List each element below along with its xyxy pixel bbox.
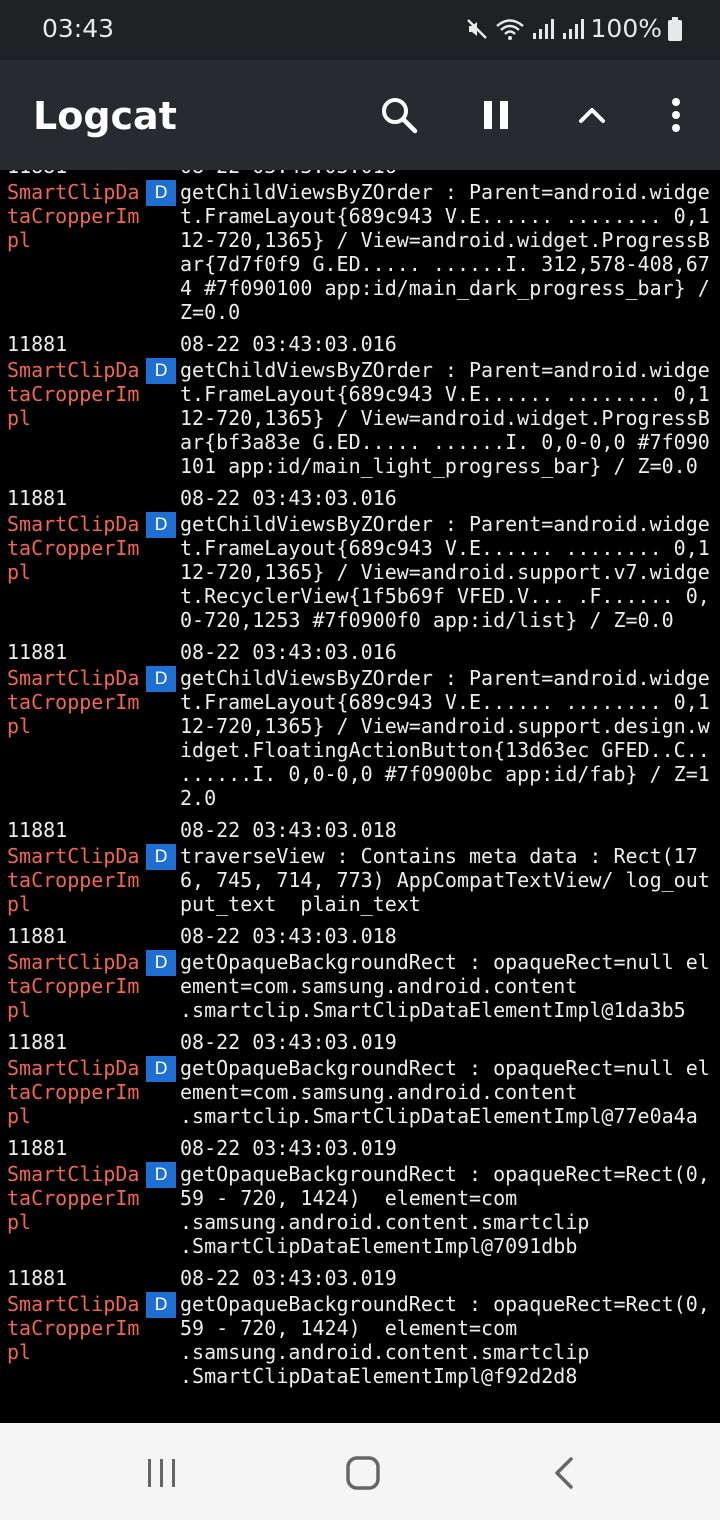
log-level-badge: D bbox=[146, 1162, 176, 1188]
log-message: getChildViewsByZOrder : Parent=android.w… bbox=[180, 180, 710, 324]
log-level-badge: D bbox=[146, 666, 176, 692]
log-entry-body: SmartClipDataCropperImpl DgetOpaqueBackgr… bbox=[0, 1292, 720, 1394]
log-entry[interactable]: 11881 08-22 03:43:03.019 SmartClipDataCrop… bbox=[0, 1134, 720, 1264]
status-time: 03:43 bbox=[42, 14, 115, 43]
log-entry[interactable]: 11881 08-22 03:43:03.019 SmartClipDataCrop… bbox=[0, 1028, 720, 1134]
log-tag: SmartClipDataCropperImpl bbox=[7, 1292, 140, 1364]
log-timestamp: 08-22 03:43:03.019 bbox=[180, 1266, 397, 1290]
more-vert-icon[interactable] bbox=[654, 93, 698, 137]
home-icon[interactable] bbox=[341, 1451, 385, 1495]
log-pid: 11881 bbox=[7, 924, 68, 948]
battery-icon bbox=[668, 16, 682, 41]
log-entry-body: SmartClipDataCropperImpl DgetChildViewsBy… bbox=[0, 180, 720, 330]
log-pid: 11881 bbox=[7, 486, 68, 510]
mute-icon bbox=[465, 17, 489, 41]
log-list-viewport[interactable]: 1188108-22 03:43:03.016SmartClipDataCrop… bbox=[0, 170, 720, 1423]
log-level-badge: D bbox=[146, 180, 176, 206]
search-icon[interactable] bbox=[377, 93, 421, 137]
log-entry[interactable]: 11881 08-22 03:43:03.016 SmartClipDataCrop… bbox=[0, 170, 720, 330]
log-message: getOpaqueBackgroundRect : opaqueRect=nul… bbox=[180, 950, 710, 1022]
log-pid: 11881 bbox=[7, 1266, 68, 1290]
log-entry-header: 11881 08-22 03:43:03.016 bbox=[0, 484, 720, 512]
log-tag: SmartClipDataCropperImpl bbox=[7, 666, 140, 738]
wifi-icon bbox=[495, 17, 525, 41]
log-entry-body: SmartClipDataCropperImpl DtraverseView : … bbox=[0, 844, 720, 922]
log-tag: SmartClipDataCropperImpl bbox=[7, 358, 140, 430]
log-entry[interactable]: 1188108-22 03:43:03.016SmartClipDataCrop… bbox=[0, 330, 720, 484]
log-tag: SmartClipDataCropperImpl bbox=[7, 512, 140, 584]
log-entry-header: 11881 08-22 03:43:03.016 bbox=[0, 330, 720, 358]
log-pid: 11881 bbox=[7, 1136, 68, 1160]
log-timestamp: 08-22 03:43:03.018 bbox=[180, 924, 397, 948]
log-timestamp: 08-22 03:43:03.016 bbox=[180, 170, 397, 178]
log-timestamp: 08-22 03:43:03.018 bbox=[180, 818, 397, 842]
chevron-up-icon[interactable] bbox=[570, 93, 614, 137]
log-message: getChildViewsByZOrder : Parent=android.w… bbox=[180, 666, 710, 810]
status-bar: 03:43 100% bbox=[0, 0, 720, 60]
app-bar: Logcat bbox=[0, 60, 720, 170]
log-message: getOpaqueBackgroundRect : opaqueRect=nul… bbox=[180, 1056, 710, 1128]
log-message: getOpaqueBackgroundRect : opaqueRect=Rec… bbox=[180, 1292, 710, 1388]
log-entry[interactable]: 1188108-22 03:43:03.016SmartClipDataCrop… bbox=[0, 484, 720, 638]
log-message: getOpaqueBackgroundRect : opaqueRect=Rec… bbox=[180, 1162, 710, 1258]
log-level-badge: D bbox=[146, 358, 176, 384]
back-icon[interactable] bbox=[543, 1451, 587, 1495]
log-entry[interactable]: 11881 08-22 03:43:03.018 SmartClipDataCrop… bbox=[0, 816, 720, 922]
log-tag: SmartClipDataCropperImpl bbox=[7, 1056, 140, 1128]
log-entry[interactable]: 11881 08-22 03:43:03.018 SmartClipDataCrop… bbox=[0, 922, 720, 1028]
log-level-badge: D bbox=[146, 844, 176, 870]
log-message: traverseView : Contains meta data : Rect… bbox=[180, 844, 710, 916]
log-entry-body: SmartClipDataCropperImpl DgetOpaqueBackgr… bbox=[0, 1056, 720, 1134]
recents-icon[interactable] bbox=[140, 1451, 184, 1495]
log-pid: 11881 bbox=[7, 818, 68, 842]
log-message: getChildViewsByZOrder : Parent=android.w… bbox=[180, 512, 710, 632]
log-list: 1188108-22 03:43:03.016SmartClipDataCrop… bbox=[0, 170, 720, 1394]
log-entry-header: 11881 08-22 03:43:03.016 bbox=[0, 638, 720, 666]
log-entry-header: 11881 08-22 03:43:03.016 bbox=[0, 170, 720, 180]
log-pid: 11881 bbox=[7, 332, 68, 356]
log-entry[interactable]: 11881 08-22 03:43:03.019 SmartClipDataCrop… bbox=[0, 1264, 720, 1394]
log-pid: 11881 bbox=[7, 1030, 68, 1054]
log-level-badge: D bbox=[146, 1056, 176, 1082]
signal-icon bbox=[561, 17, 585, 41]
log-level-badge: D bbox=[146, 950, 176, 976]
log-timestamp: 08-22 03:43:03.016 bbox=[180, 640, 397, 664]
app-title: Logcat bbox=[33, 94, 177, 138]
log-entry-body: SmartClipDataCropperImpl DgetChildViewsBy… bbox=[0, 358, 720, 484]
log-timestamp: 08-22 03:43:03.019 bbox=[180, 1030, 397, 1054]
log-timestamp: 08-22 03:43:03.019 bbox=[180, 1136, 397, 1160]
log-tag: SmartClipDataCropperImpl bbox=[7, 1162, 140, 1234]
log-tag: SmartClipDataCropperImpl bbox=[7, 950, 140, 1022]
log-entry-body: SmartClipDataCropperImpl DgetChildViewsBy… bbox=[0, 666, 720, 816]
log-level-badge: D bbox=[146, 512, 176, 538]
log-entry-header: 11881 08-22 03:43:03.019 bbox=[0, 1134, 720, 1162]
log-entry-header: 11881 08-22 03:43:03.019 bbox=[0, 1028, 720, 1056]
pause-icon[interactable] bbox=[474, 93, 518, 137]
log-entry[interactable]: 1188108-22 03:43:03.016SmartClipDataCrop… bbox=[0, 638, 720, 816]
navigation-bar bbox=[0, 1423, 720, 1520]
log-entry-body: SmartClipDataCropperImpl DgetOpaqueBackgr… bbox=[0, 1162, 720, 1264]
log-entry-body: SmartClipDataCropperImpl DgetChildViewsBy… bbox=[0, 512, 720, 638]
log-entry-header: 11881 08-22 03:43:03.018 bbox=[0, 816, 720, 844]
signal-icon bbox=[531, 17, 555, 41]
log-entry-body: SmartClipDataCropperImpl DgetOpaqueBackgr… bbox=[0, 950, 720, 1028]
log-timestamp: 08-22 03:43:03.016 bbox=[180, 332, 397, 356]
log-entry-header: 11881 08-22 03:43:03.019 bbox=[0, 1264, 720, 1292]
log-pid: 11881 bbox=[7, 170, 67, 178]
battery-percent: 100% bbox=[590, 14, 662, 43]
log-timestamp: 08-22 03:43:03.016 bbox=[180, 486, 397, 510]
log-tag: SmartClipDataCropperImpl bbox=[7, 180, 140, 252]
log-pid: 11881 bbox=[7, 640, 68, 664]
log-entry-header: 11881 08-22 03:43:03.018 bbox=[0, 922, 720, 950]
status-icons: 100% bbox=[465, 14, 682, 43]
log-level-badge: D bbox=[146, 1292, 176, 1318]
log-tag: SmartClipDataCropperImpl bbox=[7, 844, 140, 916]
log-message: getChildViewsByZOrder : Parent=android.w… bbox=[180, 358, 710, 478]
